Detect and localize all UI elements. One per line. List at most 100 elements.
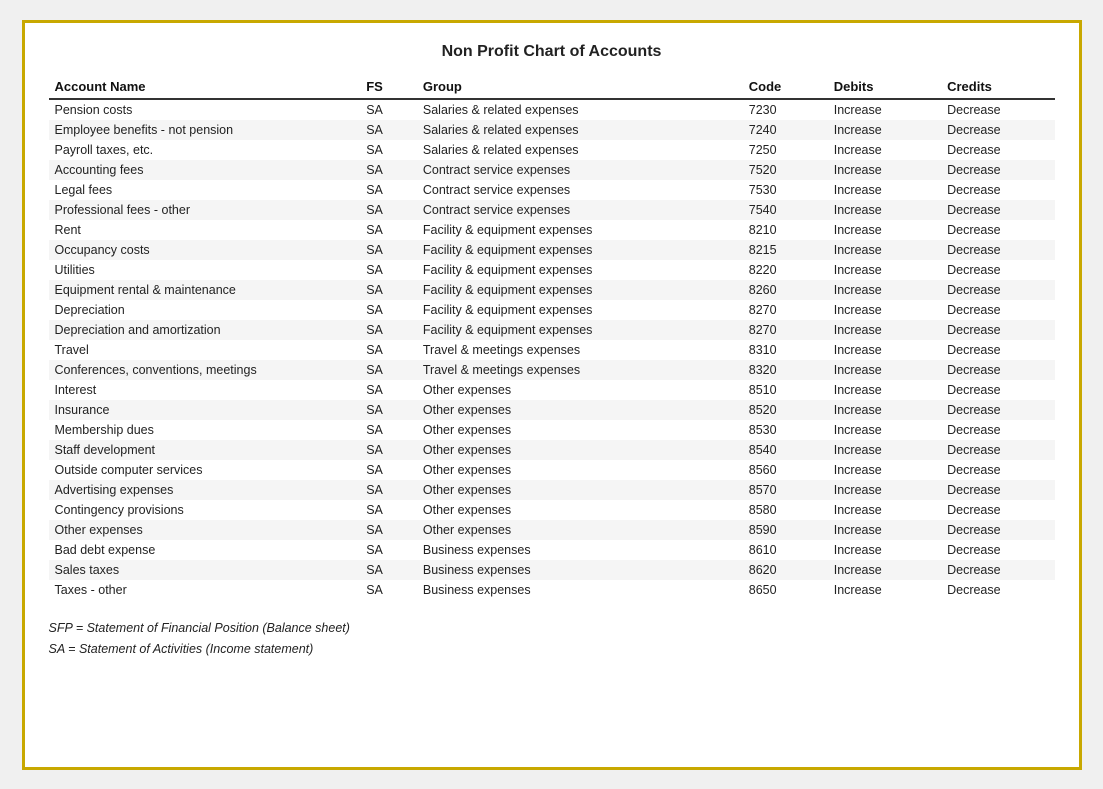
cell-code: 8320	[743, 360, 828, 380]
cell-fs: SA	[360, 300, 417, 320]
cell-credits: Decrease	[941, 460, 1054, 480]
cell-name: Depreciation	[49, 300, 361, 320]
cell-name: Travel	[49, 340, 361, 360]
cell-name: Payroll taxes, etc.	[49, 140, 361, 160]
cell-group: Contract service expenses	[417, 160, 743, 180]
cell-debits: Increase	[828, 440, 941, 460]
cell-name: Bad debt expense	[49, 540, 361, 560]
cell-code: 8620	[743, 560, 828, 580]
cell-group: Other expenses	[417, 400, 743, 420]
header-fs: FS	[360, 75, 417, 99]
cell-credits: Decrease	[941, 360, 1054, 380]
cell-group: Contract service expenses	[417, 180, 743, 200]
cell-group: Facility & equipment expenses	[417, 320, 743, 340]
cell-credits: Decrease	[941, 580, 1054, 600]
cell-debits: Increase	[828, 500, 941, 520]
table-row: Equipment rental & maintenance SA Facili…	[49, 280, 1055, 300]
cell-code: 8215	[743, 240, 828, 260]
cell-debits: Increase	[828, 340, 941, 360]
cell-credits: Decrease	[941, 340, 1054, 360]
table-row: Legal fees SA Contract service expenses …	[49, 180, 1055, 200]
cell-fs: SA	[360, 280, 417, 300]
cell-debits: Increase	[828, 520, 941, 540]
cell-code: 7240	[743, 120, 828, 140]
cell-code: 8270	[743, 300, 828, 320]
cell-debits: Increase	[828, 380, 941, 400]
cell-code: 8270	[743, 320, 828, 340]
table-row: Insurance SA Other expenses 8520 Increas…	[49, 400, 1055, 420]
cell-name: Interest	[49, 380, 361, 400]
table-row: Staff development SA Other expenses 8540…	[49, 440, 1055, 460]
cell-debits: Increase	[828, 420, 941, 440]
cell-debits: Increase	[828, 360, 941, 380]
cell-group: Business expenses	[417, 540, 743, 560]
cell-debits: Increase	[828, 480, 941, 500]
table-row: Bad debt expense SA Business expenses 86…	[49, 540, 1055, 560]
cell-fs: SA	[360, 120, 417, 140]
cell-credits: Decrease	[941, 120, 1054, 140]
cell-credits: Decrease	[941, 140, 1054, 160]
cell-credits: Decrease	[941, 400, 1054, 420]
cell-debits: Increase	[828, 120, 941, 140]
cell-name: Insurance	[49, 400, 361, 420]
table-row: Sales taxes SA Business expenses 8620 In…	[49, 560, 1055, 580]
cell-fs: SA	[360, 180, 417, 200]
cell-name: Membership dues	[49, 420, 361, 440]
cell-debits: Increase	[828, 260, 941, 280]
cell-credits: Decrease	[941, 280, 1054, 300]
table-row: Conferences, conventions, meetings SA Tr…	[49, 360, 1055, 380]
cell-code: 8260	[743, 280, 828, 300]
cell-group: Salaries & related expenses	[417, 120, 743, 140]
table-row: Advertising expenses SA Other expenses 8…	[49, 480, 1055, 500]
cell-group: Other expenses	[417, 520, 743, 540]
cell-code: 7530	[743, 180, 828, 200]
cell-name: Utilities	[49, 260, 361, 280]
cell-fs: SA	[360, 360, 417, 380]
cell-fs: SA	[360, 99, 417, 120]
cell-name: Outside computer services	[49, 460, 361, 480]
cell-code: 8210	[743, 220, 828, 240]
table-row: Rent SA Facility & equipment expenses 82…	[49, 220, 1055, 240]
cell-credits: Decrease	[941, 240, 1054, 260]
table-row: Pension costs SA Salaries & related expe…	[49, 99, 1055, 120]
table-row: Depreciation and amortization SA Facilit…	[49, 320, 1055, 340]
cell-fs: SA	[360, 340, 417, 360]
cell-fs: SA	[360, 560, 417, 580]
cell-group: Other expenses	[417, 440, 743, 460]
header-code: Code	[743, 75, 828, 99]
cell-code: 7230	[743, 99, 828, 120]
cell-code: 8560	[743, 460, 828, 480]
cell-debits: Increase	[828, 560, 941, 580]
cell-name: Occupancy costs	[49, 240, 361, 260]
table-row: Taxes - other SA Business expenses 8650 …	[49, 580, 1055, 600]
cell-group: Contract service expenses	[417, 200, 743, 220]
page-title: Non Profit Chart of Accounts	[49, 43, 1055, 61]
cell-code: 7250	[743, 140, 828, 160]
cell-debits: Increase	[828, 140, 941, 160]
cell-code: 8590	[743, 520, 828, 540]
cell-group: Facility & equipment expenses	[417, 260, 743, 280]
cell-credits: Decrease	[941, 520, 1054, 540]
cell-credits: Decrease	[941, 380, 1054, 400]
header-group: Group	[417, 75, 743, 99]
cell-credits: Decrease	[941, 540, 1054, 560]
cell-fs: SA	[360, 500, 417, 520]
cell-name: Accounting fees	[49, 160, 361, 180]
cell-credits: Decrease	[941, 480, 1054, 500]
cell-name: Conferences, conventions, meetings	[49, 360, 361, 380]
cell-fs: SA	[360, 440, 417, 460]
table-row: Membership dues SA Other expenses 8530 I…	[49, 420, 1055, 440]
cell-fs: SA	[360, 380, 417, 400]
table-row: Outside computer services SA Other expen…	[49, 460, 1055, 480]
cell-group: Other expenses	[417, 380, 743, 400]
cell-debits: Increase	[828, 540, 941, 560]
cell-debits: Increase	[828, 320, 941, 340]
cell-credits: Decrease	[941, 260, 1054, 280]
cell-group: Travel & meetings expenses	[417, 360, 743, 380]
cell-fs: SA	[360, 400, 417, 420]
cell-name: Professional fees - other	[49, 200, 361, 220]
header-debits: Debits	[828, 75, 941, 99]
cell-debits: Increase	[828, 220, 941, 240]
cell-code: 7520	[743, 160, 828, 180]
cell-code: 8650	[743, 580, 828, 600]
